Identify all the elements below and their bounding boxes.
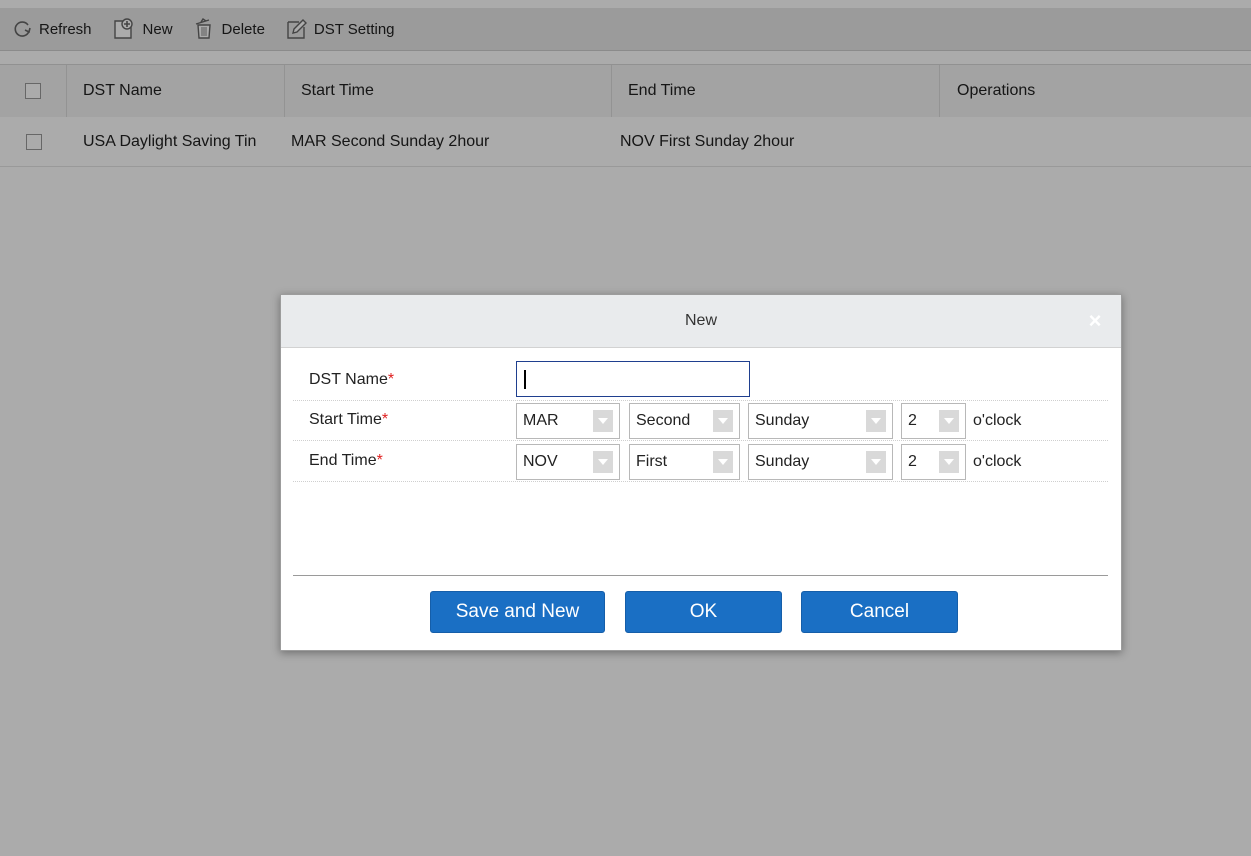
chevron-down-icon — [713, 451, 733, 473]
dialog-title-bar: New × — [281, 295, 1121, 348]
dst-name-input[interactable] — [516, 361, 750, 397]
chevron-down-icon — [713, 410, 733, 432]
text-caret — [524, 370, 526, 389]
end-hour-value: 2 — [908, 453, 917, 470]
chevron-down-icon — [866, 451, 886, 473]
start-month-select[interactable]: MAR — [516, 403, 620, 439]
close-icon[interactable]: × — [1083, 309, 1107, 333]
start-time-label: Start Time* — [309, 411, 389, 428]
dialog-title: New — [684, 312, 717, 329]
chevron-down-icon — [939, 451, 959, 473]
start-week-value: Second — [636, 412, 691, 429]
end-week-select[interactable]: First — [629, 444, 740, 480]
start-week-select[interactable]: Second — [629, 403, 740, 439]
dst-name-label: DST Name* — [309, 371, 395, 388]
chevron-down-icon — [593, 410, 613, 432]
start-day-value: Sunday — [755, 412, 810, 429]
end-day-select[interactable]: Sunday — [748, 444, 893, 480]
end-month-value: NOV — [523, 453, 558, 470]
ok-button[interactable]: OK — [625, 591, 782, 633]
start-hour-value: 2 — [908, 412, 917, 429]
new-dst-dialog: New × DST Name* Start Time* MAR Second S… — [280, 294, 1122, 651]
start-oclock-label: o'clock — [973, 412, 1022, 429]
end-oclock-label: o'clock — [973, 453, 1022, 470]
chevron-down-icon — [866, 410, 886, 432]
cancel-button[interactable]: Cancel — [801, 591, 958, 633]
end-hour-select[interactable]: 2 — [901, 444, 966, 480]
save-and-new-button[interactable]: Save and New — [430, 591, 605, 633]
start-hour-select[interactable]: 2 — [901, 403, 966, 439]
end-week-value: First — [636, 453, 668, 470]
end-month-select[interactable]: NOV — [516, 444, 620, 480]
chevron-down-icon — [593, 451, 613, 473]
dialog-divider — [293, 575, 1108, 576]
end-day-value: Sunday — [755, 453, 810, 470]
end-time-label: End Time* — [309, 452, 383, 469]
start-month-value: MAR — [523, 412, 559, 429]
start-day-select[interactable]: Sunday — [748, 403, 893, 439]
chevron-down-icon — [939, 410, 959, 432]
